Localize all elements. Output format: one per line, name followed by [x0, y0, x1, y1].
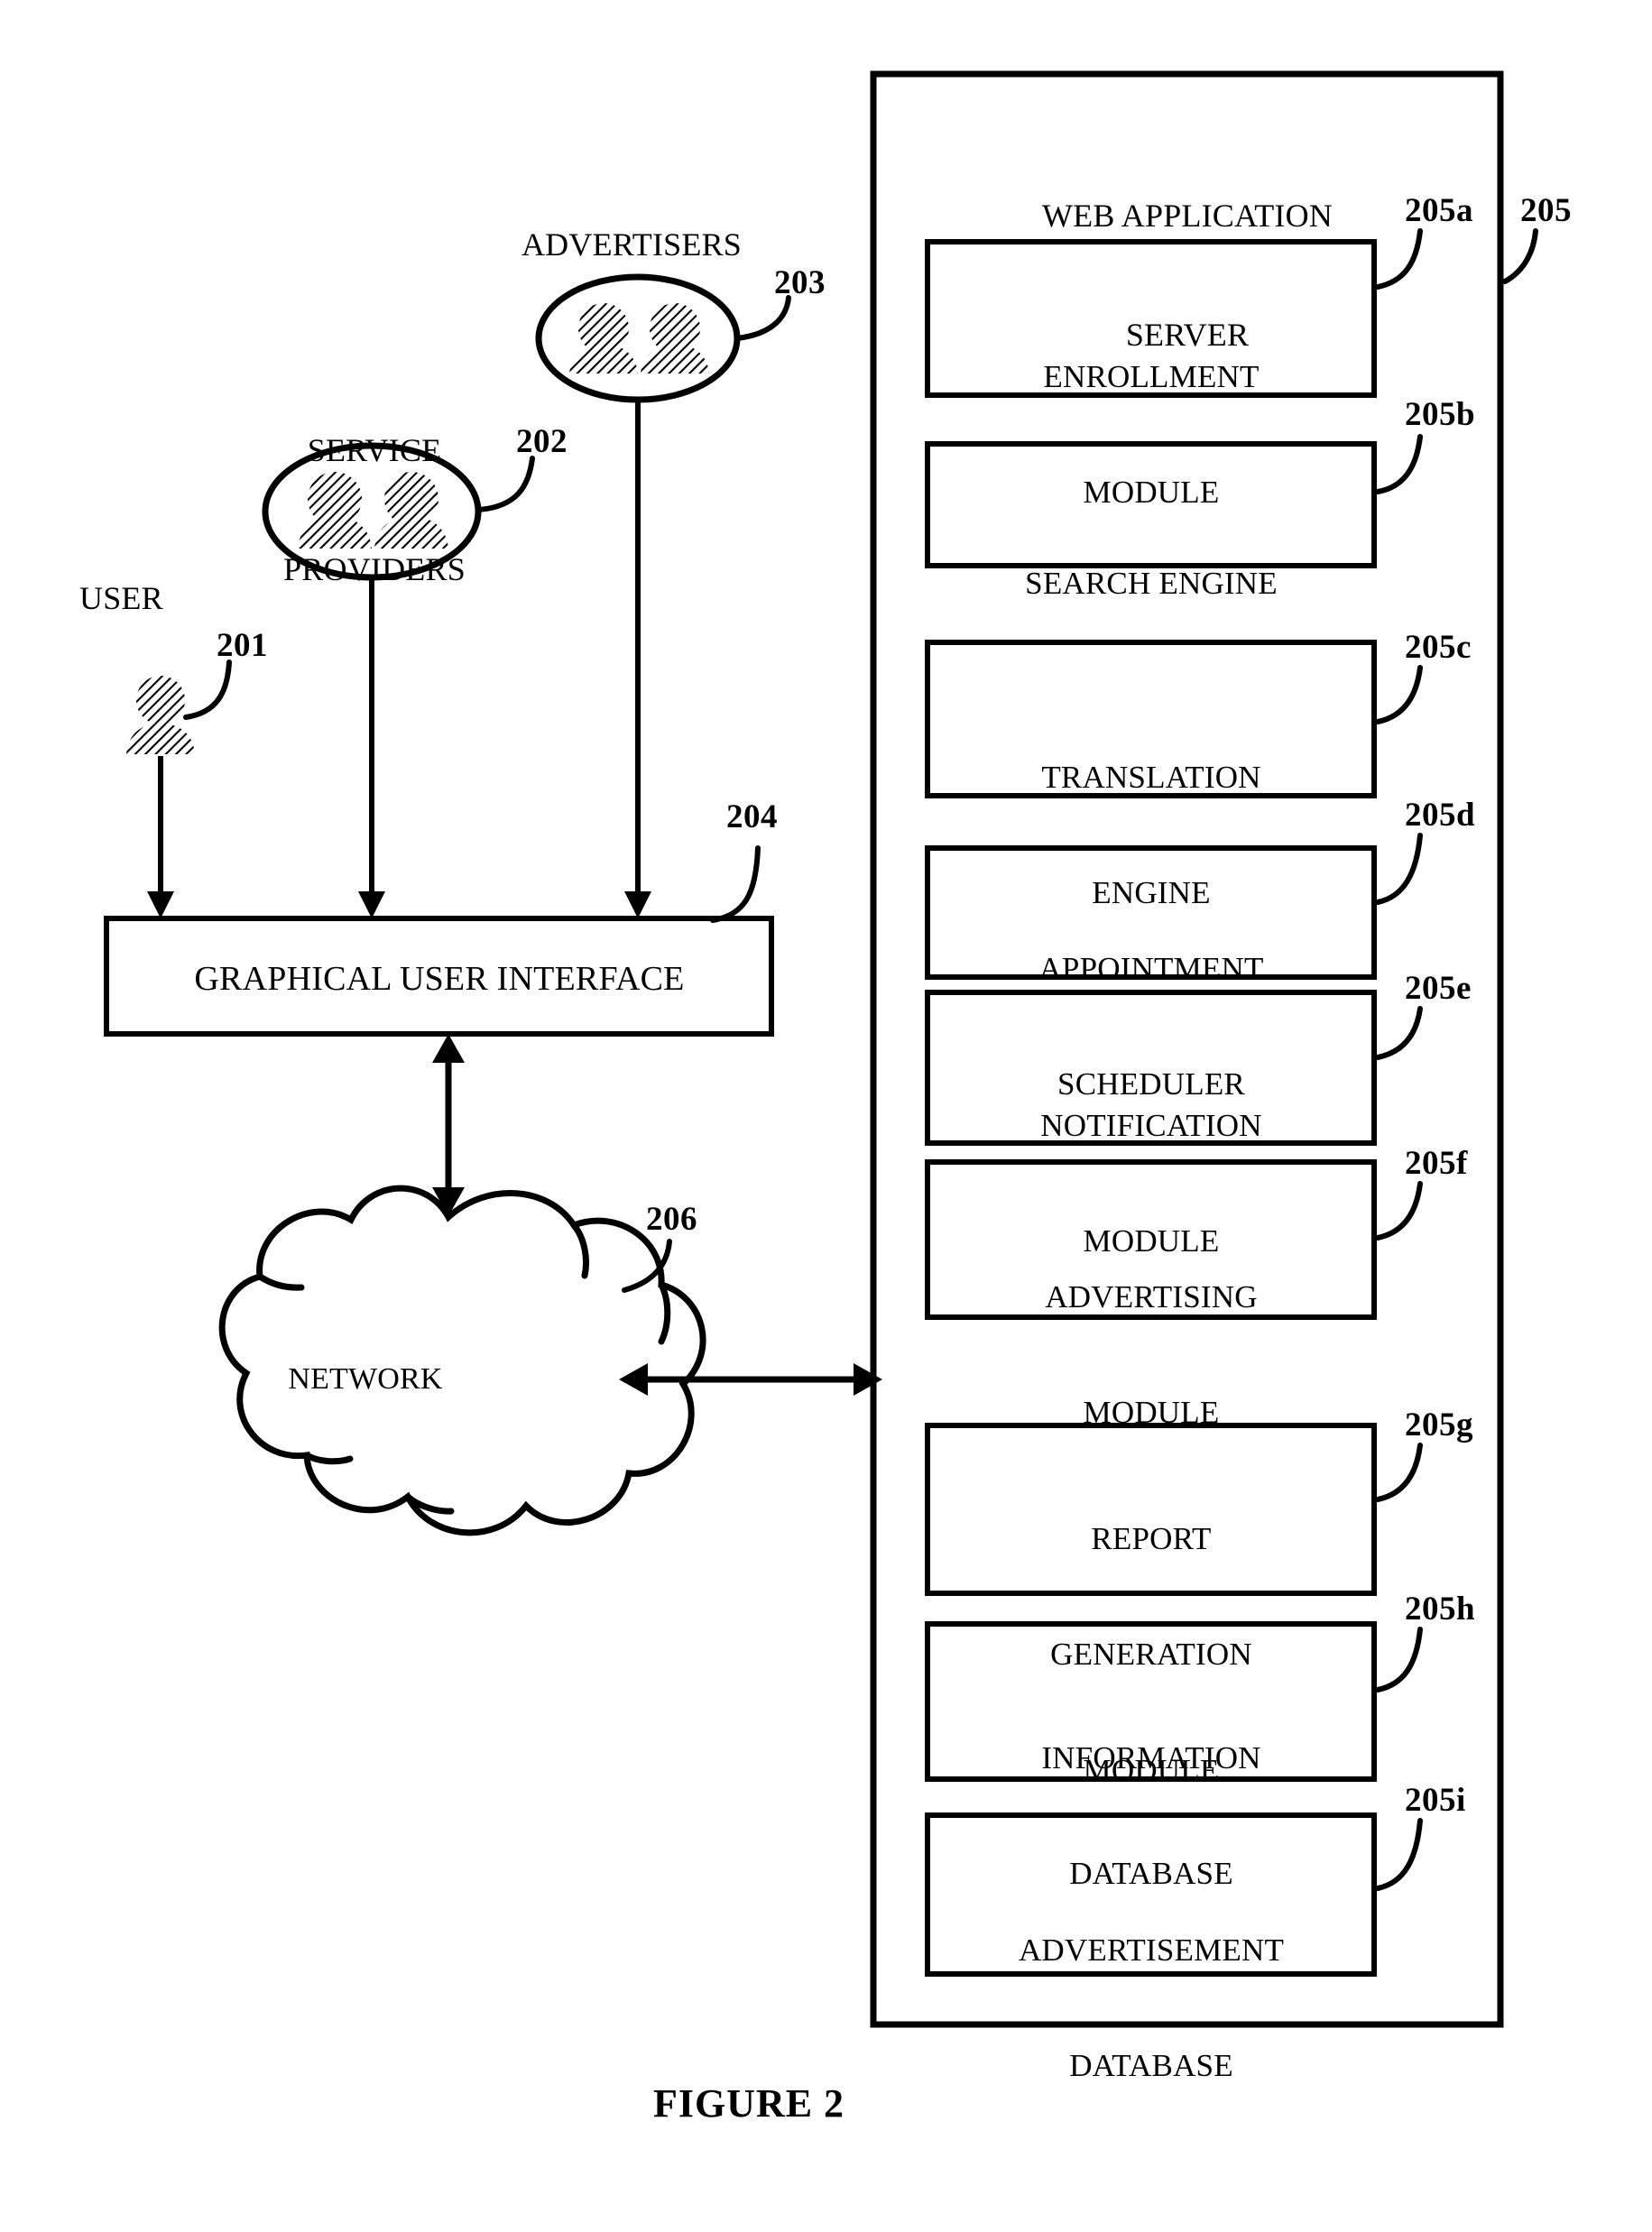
advertisers-two-persons-icon — [569, 303, 709, 374]
information-database-line1: INFORMATION — [1041, 1740, 1261, 1776]
leader-205h — [1375, 1627, 1423, 1692]
ref-205b: 205b — [1405, 396, 1476, 433]
leader-205e — [1375, 1006, 1423, 1060]
leader-201 — [183, 659, 232, 720]
service-providers-to-gui-arrowhead — [358, 891, 385, 918]
ref-202: 202 — [516, 423, 568, 460]
leader-205d — [1375, 833, 1423, 905]
ref-203: 203 — [774, 264, 826, 301]
ref-205h: 205h — [1405, 1591, 1476, 1628]
leader-205c — [1375, 665, 1423, 724]
advertisers-label: ADVERTISERS — [521, 226, 743, 263]
translation-engine-line1: TRANSLATION — [1041, 760, 1261, 796]
search-engine-label: SEARCH ENGINE — [939, 488, 1363, 680]
ref-206: 206 — [646, 1201, 697, 1238]
advertisers-ellipse — [535, 273, 741, 403]
advertisement-database-line1: ADVERTISEMENT — [1018, 1932, 1285, 1969]
ref-205d: 205d — [1405, 797, 1476, 834]
leader-205f — [1375, 1181, 1423, 1241]
ref-205g: 205g — [1405, 1407, 1473, 1443]
user-label: USER — [79, 580, 163, 616]
server-title-line1: WEB APPLICATION — [1041, 197, 1333, 234]
leader-204 — [710, 845, 761, 923]
search-engine-line1: SEARCH ENGINE — [1025, 566, 1278, 602]
service-providers-label-line2: PROVIDERS — [283, 550, 466, 587]
appointment-scheduler-line1: APPOINTMENT — [1038, 951, 1264, 987]
ref-205f: 205f — [1405, 1145, 1468, 1182]
leader-203 — [734, 295, 791, 341]
user-to-gui-arrowhead — [147, 891, 174, 918]
notification-module-line1: NOTIFICATION — [1040, 1108, 1262, 1144]
ref-204: 204 — [726, 798, 778, 835]
enrollment-module-line1: ENROLLMENT — [1043, 359, 1260, 395]
ref-205e: 205e — [1405, 970, 1472, 1007]
network-label: NETWORK — [288, 1362, 443, 1396]
leader-205g — [1375, 1443, 1423, 1502]
ref-205i: 205i — [1405, 1782, 1466, 1819]
figure-caption: FIGURE 2 — [652, 2081, 845, 2126]
leader-205i — [1375, 1818, 1423, 1891]
advertising-module-line1: ADVERTISING — [1045, 1279, 1258, 1315]
advertising-module-line2: MODULE — [1083, 1395, 1220, 1431]
graphical-user-interface-label: GRAPHICAL USER INTERFACE — [194, 960, 685, 998]
network-server-arrowhead-right — [854, 1363, 882, 1396]
report-generation-line1: REPORT — [1091, 1521, 1212, 1557]
ref-205a: 205a — [1405, 192, 1473, 229]
ref-205c: 205c — [1405, 629, 1472, 666]
ref-205: 205 — [1520, 192, 1572, 229]
service-providers-label-line1: SERVICE — [307, 431, 442, 468]
service-providers-label: SERVICE PROVIDERS — [212, 352, 537, 669]
network-server-arrowhead-left — [619, 1363, 648, 1396]
advertisement-database-label: ADVERTISEMENT DATABASE — [939, 1855, 1363, 2163]
leader-205 — [1502, 228, 1538, 284]
advertisement-database-line2: DATABASE — [1069, 2048, 1233, 2084]
patent-figure-2: WEB APPLICATION SERVER ENROLLMENT MODULE… — [0, 0, 1652, 2232]
leader-205b — [1375, 434, 1423, 494]
advertisers-to-gui-arrowhead — [624, 891, 651, 918]
gui-network-arrowhead-up — [432, 1034, 465, 1063]
